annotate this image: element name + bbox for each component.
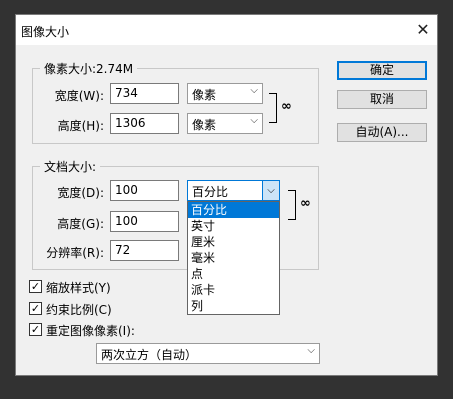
resample-method-value: 两次立方（自动） (101, 348, 198, 362)
close-button[interactable]: ✕ (409, 15, 437, 45)
unit-option[interactable]: 点 (188, 266, 279, 282)
unit-option[interactable]: 毫米 (188, 250, 279, 266)
resolution-input[interactable]: 72 (110, 240, 179, 261)
title-bar[interactable]: 图像大小 ✕ (16, 15, 437, 45)
scale-styles-label: 缩放样式(Y) (46, 281, 111, 295)
resample-image-label: 重定图像像素(I): (46, 324, 135, 338)
unit-option[interactable]: 百分比 (188, 202, 279, 218)
unit-option[interactable]: 英寸 (188, 218, 279, 234)
doc-height-input[interactable]: 100 (110, 211, 179, 232)
doc-width-unit-select[interactable]: 百分比 ⌵ (187, 180, 280, 201)
doc-width-unit-value: 百分比 (192, 185, 229, 199)
constrain-proportions-label: 约束比例(C) (46, 303, 112, 317)
dialog-title: 图像大小 (21, 25, 70, 39)
pixel-height-label: 高度(H): (57, 119, 104, 133)
unit-dropdown-list: 百分比 英寸 厘米 毫米 点 派卡 列 (187, 201, 280, 315)
pixel-dimensions-title: 像素大小:2.74M (40, 60, 138, 77)
doc-link-bracket (288, 190, 296, 220)
resolution-label: 分辨率(R): (46, 246, 104, 260)
scale-styles-checkbox[interactable]: ✓ (29, 280, 42, 293)
unit-option[interactable]: 厘米 (188, 234, 279, 250)
chevron-down-icon: ⌵ (250, 85, 258, 96)
pixel-width-input[interactable]: 734 (110, 83, 179, 104)
pixel-height-unit-select[interactable]: 像素 ⌵ (187, 113, 263, 134)
pixel-link-bracket (269, 93, 277, 123)
resample-method-select[interactable]: 两次立方（自动） ⌵ (96, 343, 320, 364)
doc-width-input[interactable]: 100 (110, 180, 179, 201)
pixel-width-label: 宽度(W): (54, 89, 104, 103)
constrain-proportions-checkbox[interactable]: ✓ (29, 302, 42, 315)
chevron-down-icon[interactable]: ⌵ (262, 181, 279, 200)
pixel-height-unit-value: 像素 (192, 118, 217, 132)
doc-width-label: 宽度(D): (57, 186, 104, 200)
chain-link-icon: ∞ (281, 99, 292, 114)
chain-link-icon: ∞ (300, 196, 311, 211)
cancel-button[interactable]: 取消 (337, 90, 427, 109)
unit-option[interactable]: 列 (188, 298, 279, 314)
document-size-title: 文档大小: (40, 158, 101, 175)
pixel-height-input[interactable]: 1306 (110, 113, 179, 134)
auto-button[interactable]: 自动(A)... (337, 123, 427, 142)
doc-height-label: 高度(G): (57, 217, 104, 231)
image-size-dialog: 图像大小 ✕ 像素大小:2.74M 宽度(W): 734 像素 ⌵ 高度(H):… (15, 14, 438, 376)
chevron-down-icon: ⌵ (250, 115, 258, 126)
pixel-width-unit-value: 像素 (192, 88, 217, 102)
chevron-down-icon: ⌵ (307, 345, 315, 356)
ok-button[interactable]: 确定 (337, 61, 427, 80)
pixel-width-unit-select[interactable]: 像素 ⌵ (187, 83, 263, 104)
unit-option[interactable]: 派卡 (188, 282, 279, 298)
resample-image-checkbox[interactable]: ✓ (29, 323, 42, 336)
